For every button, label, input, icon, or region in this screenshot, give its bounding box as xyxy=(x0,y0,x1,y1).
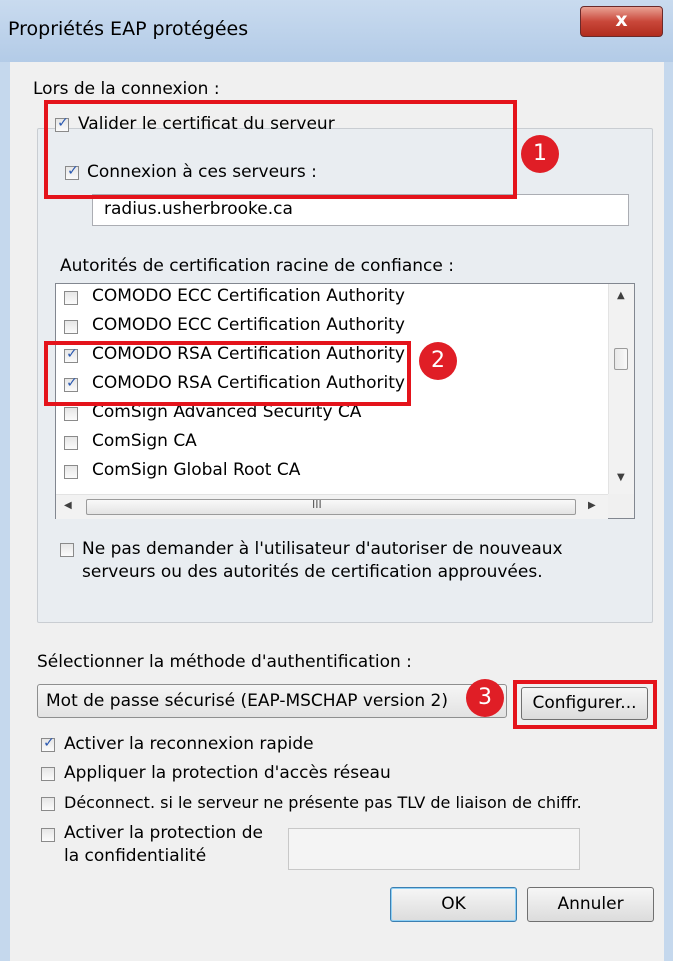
nap-checkbox[interactable] xyxy=(41,767,55,781)
fast-reconnect-label: Activer la reconnexion rapide xyxy=(64,734,314,754)
checkmark-icon: ✓ xyxy=(43,735,55,751)
disconnect-tlv-label: Déconnect. si le serveur ne présente pas… xyxy=(64,793,582,812)
horizontal-scroll-thumb[interactable]: III xyxy=(86,498,576,515)
vertical-scrollbar[interactable]: ▲ ▼ xyxy=(608,284,634,494)
servers-input-value: radius.usherbrooke.ca xyxy=(104,199,293,219)
ca-checkbox[interactable] xyxy=(64,465,78,479)
connection-group-label: Lors de la connexion : xyxy=(33,79,220,99)
privacy-identity-input[interactable] xyxy=(288,828,580,870)
window-frame-left xyxy=(0,62,10,961)
scroll-right-icon[interactable]: ▶ xyxy=(588,500,596,511)
title-bar[interactable]: Propriétés EAP protégées x xyxy=(0,0,673,62)
grip-icon: III xyxy=(312,498,322,511)
annotation-badge-2: 2 xyxy=(419,342,457,380)
scroll-left-icon[interactable]: ◀ xyxy=(64,500,72,511)
annotation-badge-1: 1 xyxy=(521,135,559,173)
ca-label: COMODO ECC Certification Authority xyxy=(92,315,405,335)
ca-checkbox[interactable] xyxy=(64,436,78,450)
annotation-box-2 xyxy=(44,341,411,406)
ca-checkbox[interactable] xyxy=(64,407,78,421)
window-frame-right xyxy=(664,62,673,961)
privacy-label-line2: la confidentialité xyxy=(64,846,207,866)
close-button[interactable]: x xyxy=(580,6,663,37)
scroll-up-icon[interactable]: ▲ xyxy=(617,290,625,301)
no-prompt-label-line2: serveurs ou des autorités de certificati… xyxy=(82,562,543,582)
cancel-button[interactable]: Annuler xyxy=(527,887,654,922)
ca-label: ComSign CA xyxy=(92,431,197,451)
no-prompt-label-line1: Ne pas demander à l'utilisateur d'autori… xyxy=(82,539,563,559)
fast-reconnect-checkbox[interactable]: ✓ xyxy=(41,735,55,752)
ca-checkbox[interactable] xyxy=(64,320,78,334)
scrollbar-corner xyxy=(608,494,634,518)
auth-method-label: Sélectionner la méthode d'authentificati… xyxy=(37,652,412,672)
vertical-scroll-thumb[interactable] xyxy=(614,348,628,370)
ca-label: COMODO ECC Certification Authority xyxy=(92,286,405,306)
auth-method-value: Mot de passe sécurisé (EAP-MSCHAP versio… xyxy=(46,691,448,711)
root-ca-label: Autorités de certification racine de con… xyxy=(60,256,454,276)
annotation-badge-3: 3 xyxy=(466,679,504,717)
horizontal-scrollbar[interactable]: ◀ III ▶ xyxy=(56,494,608,519)
scroll-down-icon[interactable]: ▼ xyxy=(617,472,625,483)
privacy-label-line1: Activer la protection de xyxy=(64,823,264,843)
nap-label: Appliquer la protection d'accès réseau xyxy=(64,763,391,783)
window-title: Propriétés EAP protégées xyxy=(8,18,249,40)
disconnect-tlv-checkbox[interactable] xyxy=(41,797,55,811)
ok-button[interactable]: OK xyxy=(390,887,517,922)
close-icon: x xyxy=(615,9,628,31)
auth-method-select[interactable]: Mot de passe sécurisé (EAP-MSCHAP versio… xyxy=(37,684,507,718)
annotation-box-3 xyxy=(513,680,657,729)
no-prompt-checkbox[interactable] xyxy=(60,543,74,557)
ca-checkbox[interactable] xyxy=(64,291,78,305)
eap-properties-dialog: Propriétés EAP protégées x Lors de la co… xyxy=(0,0,673,961)
ca-label: ComSign Global Root CA xyxy=(92,460,301,480)
annotation-box-1 xyxy=(44,100,517,199)
privacy-checkbox[interactable] xyxy=(41,828,55,842)
